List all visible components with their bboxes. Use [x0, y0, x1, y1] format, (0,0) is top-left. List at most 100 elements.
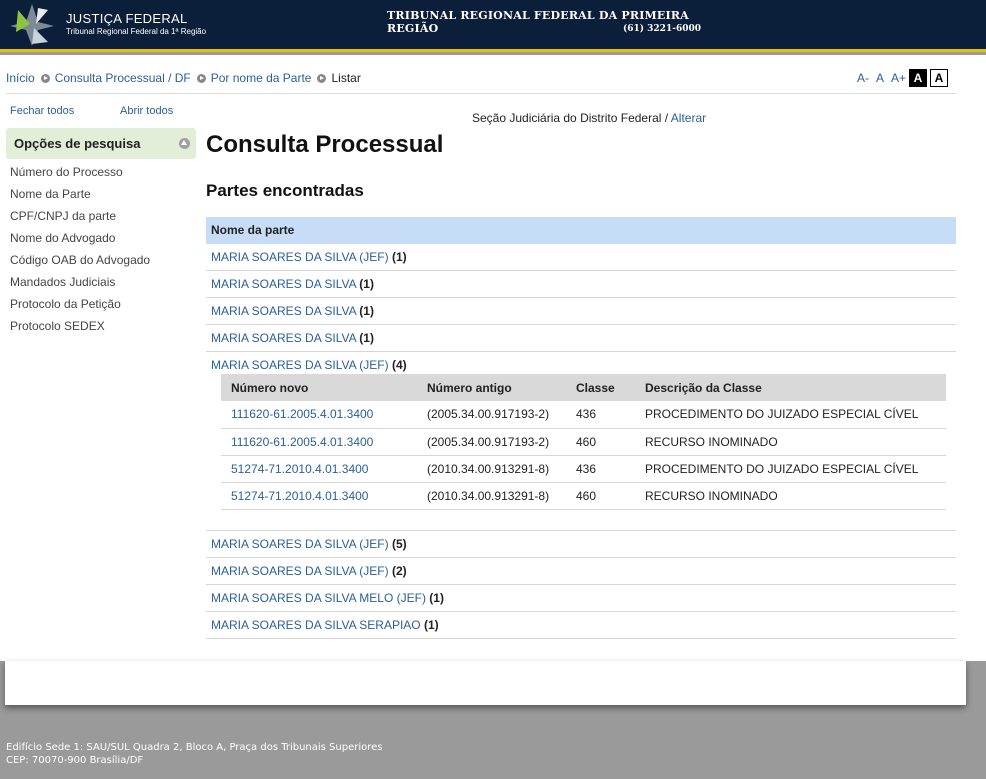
party-row: MARIA SOARES DA SILVA (1)	[206, 325, 956, 352]
results-subtitle: Partes encontradas	[206, 181, 364, 200]
party-count: (5)	[391, 537, 407, 551]
breadcrumb-arrow-icon	[317, 74, 327, 83]
party-count: (4)	[391, 358, 407, 372]
sidebar-item-nome-advogado[interactable]: Nome do Advogado	[10, 231, 150, 253]
party-count: (1)	[429, 591, 444, 605]
col-descricao: Descrição da Classe	[635, 374, 946, 401]
font-size-controls: A- A A+ A A	[850, 69, 948, 87]
section-label: Seção Judiciária do Distrito Federal	[472, 111, 662, 125]
old-number: (2010.34.00.913291-8)	[417, 482, 566, 510]
normal-contrast-button[interactable]: A	[930, 69, 948, 87]
logo-title: JUSTIÇA FEDERAL	[66, 11, 188, 26]
party-name-link[interactable]: MARIA SOARES DA SILVA	[211, 304, 356, 318]
footer-line-1: Edifício Sede 1: SAU/SUL Quadra 2, Bloco…	[6, 742, 383, 753]
class-description: PROCEDIMENTO DO JUIZADO ESPECIAL CÍVEL	[635, 401, 946, 429]
collapse-up-icon[interactable]	[179, 138, 190, 149]
party-count: (2)	[391, 564, 407, 578]
search-options-header[interactable]: Opções de pesquisa	[6, 128, 196, 159]
footer-address: Edifício Sede 1: SAU/SUL Quadra 2, Bloco…	[6, 741, 383, 767]
process-row: 51274-71.2010.4.01.3400 (2010.34.00.9132…	[221, 455, 946, 483]
party-row: MARIA SOARES DA SILVA (JEF) (1)	[206, 244, 956, 271]
open-all-link[interactable]: Abrir todos	[120, 105, 173, 117]
process-number-link[interactable]: 111620-61.2005.4.01.3400	[221, 401, 417, 429]
party-name-link[interactable]: MARIA SOARES DA SILVA (JEF)	[211, 250, 389, 264]
old-number: (2010.34.00.913291-8)	[417, 455, 566, 483]
logo-subtitle: Tribunal Regional Federal da 1ª Região	[66, 27, 207, 36]
party-row: MARIA SOARES DA SILVA MELO (JEF) (1)	[206, 585, 956, 612]
party-name-link[interactable]: MARIA SOARES DA SILVA (JEF)	[211, 564, 389, 578]
sidebar-item-protocolo-peticao[interactable]: Protocolo da Petição	[10, 297, 150, 319]
class-code: 460	[566, 428, 635, 456]
close-all-link[interactable]: Fechar todos	[10, 105, 74, 117]
col-numero-novo: Número novo	[221, 374, 417, 401]
breadcrumb-divider	[6, 93, 956, 94]
breadcrumb-current: Listar	[331, 71, 361, 85]
site-header: JUSTIÇA FEDERAL Tribunal Regional Federa…	[0, 0, 986, 52]
breadcrumb-arrow-icon	[40, 74, 50, 83]
class-description: RECURSO INOMINADO	[635, 482, 946, 510]
class-description: PROCEDIMENTO DO JUIZADO ESPECIAL CÍVEL	[635, 455, 946, 483]
search-options-title: Opções de pesquisa	[14, 136, 141, 151]
process-table: Número novo Número antigo Classe Descriç…	[221, 374, 946, 510]
breadcrumb-home-link[interactable]: Início	[6, 71, 35, 85]
page-title: Consulta Processual	[206, 131, 444, 158]
process-number-link[interactable]: 51274-71.2010.4.01.3400	[221, 482, 417, 510]
old-number: (2005.34.00.917193-2)	[417, 401, 566, 429]
party-name-link[interactable]: MARIA SOARES DA SILVA SERAPIAO	[211, 618, 421, 632]
class-code: 460	[566, 482, 635, 510]
process-table-header: Número novo Número antigo Classe Descriç…	[221, 374, 946, 401]
font-decrease-button[interactable]: A-	[857, 71, 869, 85]
process-row: 111620-61.2005.4.01.3400 (2005.34.00.917…	[221, 428, 946, 456]
party-count: (1)	[359, 304, 374, 318]
party-count: (1)	[359, 331, 374, 345]
sidebar-item-protocolo-sedex[interactable]: Protocolo SEDEX	[10, 319, 150, 341]
process-number-link[interactable]: 51274-71.2010.4.01.3400	[221, 455, 417, 483]
class-code: 436	[566, 455, 635, 483]
parties-table-header: Nome da parte	[206, 217, 956, 244]
font-normal-button[interactable]: A	[876, 71, 884, 85]
main-panel: Início Consulta Processual / DF Por nome d…	[0, 55, 986, 661]
breadcrumb-por-nome-link[interactable]: Por nome da Parte	[211, 71, 312, 85]
parties-table: Nome da parte MARIA SOARES DA SILVA (JEF…	[206, 217, 956, 639]
content-shadow-box	[5, 661, 966, 705]
class-description: RECURSO INOMINADO	[635, 428, 946, 456]
party-row: MARIA SOARES DA SILVA (JEF) (2)	[206, 558, 956, 585]
sidebar-item-codigo-oab[interactable]: Código OAB do Advogado	[10, 253, 150, 275]
party-name-link[interactable]: MARIA SOARES DA SILVA	[211, 277, 356, 291]
party-row-head: MARIA SOARES DA SILVA (JEF) (4)	[211, 352, 956, 374]
sidebar-item-nome-parte[interactable]: Nome da Parte	[10, 187, 150, 209]
party-name-link[interactable]: MARIA SOARES DA SILVA (JEF)	[211, 537, 389, 551]
sidebar-item-mandados[interactable]: Mandados Judiciais	[10, 275, 150, 297]
high-contrast-button[interactable]: A	[909, 69, 927, 87]
sidebar-item-cpf-cnpj[interactable]: CPF/CNPJ da parte	[10, 209, 150, 231]
process-row: 111620-61.2005.4.01.3400 (2005.34.00.917…	[221, 401, 946, 429]
party-count: (1)	[391, 250, 407, 264]
process-number-link[interactable]: 111620-61.2005.4.01.3400	[221, 428, 417, 456]
process-row: 51274-71.2010.4.01.3400 (2010.34.00.9132…	[221, 482, 946, 510]
section-separator: /	[664, 111, 669, 125]
change-section-link[interactable]: Alterar	[671, 111, 706, 125]
breadcrumb: Início Consulta Processual / DF Por nome d…	[6, 71, 361, 85]
old-number: (2005.34.00.917193-2)	[417, 428, 566, 456]
party-name-link[interactable]: MARIA SOARES DA SILVA	[211, 331, 356, 345]
party-row-expanded: MARIA SOARES DA SILVA (JEF) (4) Número n…	[206, 352, 956, 531]
party-count: (1)	[359, 277, 374, 291]
section-selector: Seção Judiciária do Distrito Federal / A…	[472, 111, 706, 125]
class-code: 436	[566, 401, 635, 429]
col-classe: Classe	[566, 374, 635, 401]
party-row: MARIA SOARES DA SILVA (1)	[206, 271, 956, 298]
footer-line-2: CEP: 70070-900 Brasília/DF	[6, 755, 144, 766]
party-row: MARIA SOARES DA SILVA (1)	[206, 298, 956, 325]
court-phone: (61) 3221-6000	[622, 24, 701, 34]
party-row: MARIA SOARES DA SILVA (JEF) (5)	[206, 531, 956, 558]
party-row: MARIA SOARES DA SILVA SERAPIAO (1)	[206, 612, 956, 639]
sidebar-item-numero-processo[interactable]: Número do Processo	[10, 165, 150, 187]
font-increase-button[interactable]: A+	[891, 71, 906, 85]
party-name-link[interactable]: MARIA SOARES DA SILVA (JEF)	[211, 358, 389, 372]
party-count: (1)	[423, 618, 439, 632]
breadcrumb-arrow-icon	[196, 74, 206, 83]
breadcrumb-consulta-link[interactable]: Consulta Processual / DF	[55, 71, 191, 85]
justica-federal-logo-icon[interactable]	[8, 2, 56, 48]
party-name-link[interactable]: MARIA SOARES DA SILVA MELO (JEF)	[211, 591, 426, 605]
search-options-menu: Número do Processo Nome da Parte CPF/CNP…	[10, 165, 150, 341]
